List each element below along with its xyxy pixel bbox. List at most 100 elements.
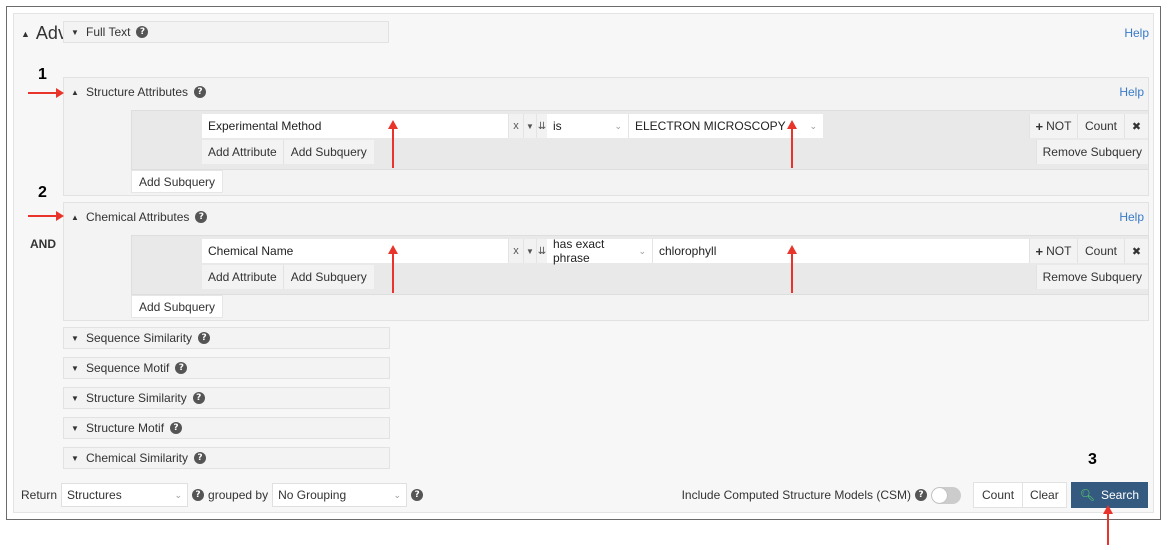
remove-subquery-label: Remove Subquery — [1042, 145, 1142, 159]
return-value: Structures — [67, 488, 122, 502]
chevron-down-icon: ⌄ — [393, 489, 402, 500]
help-circle-icon[interactable]: ? — [192, 489, 205, 501]
add-subquery-inner-button[interactable]: Add Subquery — [282, 140, 374, 164]
annotation-arrow-2 — [28, 211, 64, 221]
clear-attribute-button[interactable]: x — [508, 114, 523, 138]
value-text: ELECTRON MICROSCOPY — [635, 119, 786, 133]
attribute-field[interactable]: Chemical Name — [202, 239, 508, 263]
caret-down-icon: ▼ — [71, 393, 79, 403]
chevron-down-icon: ⌄ — [174, 489, 183, 500]
caret-down-icon: ▼ — [71, 27, 79, 37]
value-text: chlorophyll — [659, 244, 717, 258]
subquery-panel: Experimental Method x ▼ ⇊ is ⌄ ELECTRON … — [131, 110, 1149, 170]
clear-label: Clear — [1030, 488, 1059, 502]
section-chemical-attributes: ▲ Chemical Attributes ? Help Chemical Na… — [63, 202, 1149, 321]
section-help-link[interactable]: Help — [1119, 85, 1144, 99]
remove-row-icon[interactable]: ✖ — [1124, 114, 1148, 138]
help-circle-icon[interactable]: ? — [194, 452, 207, 464]
value-input[interactable]: chlorophyll — [652, 239, 1029, 263]
section-chemical-similarity[interactable]: ▼ Chemical Similarity ? — [63, 447, 390, 469]
csm-toggle[interactable] — [931, 486, 962, 504]
not-button[interactable]: + NOT — [1029, 114, 1077, 138]
toggle-knob — [932, 487, 948, 503]
grouping-select[interactable]: No Grouping ⌄ — [272, 483, 408, 507]
search-controls: Include Computed Structure Models (CSM) … — [682, 482, 1148, 508]
plus-icon: + — [1035, 243, 1044, 259]
add-subquery-inner-button[interactable]: Add Subquery — [282, 265, 374, 289]
add-attribute-button[interactable]: Add Attribute — [202, 140, 283, 164]
section-structure-attributes: ▲ Structure Attributes ? Help Experiment… — [63, 77, 1149, 196]
annotation-arrow-value-2 — [787, 245, 797, 293]
annotation-arrow-attribute-1 — [388, 120, 398, 168]
clear-label: x — [513, 120, 519, 132]
caret-down-icon: ▼ — [71, 333, 79, 343]
section-sequence-similarity[interactable]: ▼ Sequence Similarity ? — [63, 327, 390, 349]
count-label: Count — [982, 488, 1015, 502]
return-label: Return — [21, 488, 58, 502]
operator-select[interactable]: has exact phrase ⌄ — [547, 237, 652, 265]
close-icon: ✖ — [1131, 120, 1142, 133]
help-circle-icon[interactable]: ? — [170, 422, 183, 434]
action-buttons: Count Clear 🔍︎ Search — [973, 482, 1148, 508]
attribute-field[interactable]: Experimental Method — [202, 114, 508, 138]
help-circle-icon[interactable]: ? — [198, 332, 211, 344]
help-circle-icon[interactable]: ? — [194, 86, 207, 98]
clear-attribute-button[interactable]: x — [508, 239, 523, 263]
operator-value: is — [553, 119, 562, 133]
section-label: Chemical Attributes — [86, 210, 190, 224]
remove-row-icon[interactable]: ✖ — [1124, 239, 1148, 263]
double-caret-down-icon[interactable]: ⇊ — [536, 239, 547, 263]
not-label: NOT — [1046, 119, 1072, 133]
section-structure-motif[interactable]: ▼ Structure Motif ? — [63, 417, 390, 439]
caret-down-icon: ▼ — [71, 423, 79, 433]
section-sequence-motif[interactable]: ▼ Sequence Motif ? — [63, 357, 390, 379]
help-circle-icon[interactable]: ? — [411, 489, 424, 501]
help-circle-icon[interactable]: ? — [136, 26, 149, 38]
not-button[interactable]: + NOT — [1029, 239, 1077, 263]
help-circle-icon[interactable]: ? — [175, 362, 188, 374]
section-header[interactable]: ▲ Chemical Attributes ? — [71, 210, 208, 224]
help-circle-icon[interactable]: ? — [195, 211, 208, 223]
annotation-arrow-search — [1103, 505, 1113, 545]
count-button[interactable]: Count — [1077, 114, 1124, 138]
caret-down-icon[interactable]: ▼ — [523, 239, 536, 263]
row-spacer — [823, 114, 1029, 138]
add-subquery-label: Add Subquery — [139, 299, 216, 314]
double-caret-down-icon[interactable]: ⇊ — [536, 114, 547, 138]
clear-label: x — [513, 245, 519, 257]
count-button[interactable]: Count — [1077, 239, 1124, 263]
add-subquery-label: Add Subquery — [290, 145, 367, 159]
count-button[interactable]: Count — [973, 482, 1024, 508]
grouping-value: No Grouping — [278, 488, 347, 502]
return-controls: Return Structures ⌄ ? grouped by No Grou… — [21, 483, 424, 507]
section-label: Sequence Similarity — [86, 331, 193, 345]
chevron-down-icon: ⌄ — [614, 120, 622, 131]
section-label: Chemical Similarity — [86, 451, 189, 465]
annotation-arrow-value-1 — [787, 120, 797, 168]
add-attribute-button[interactable]: Add Attribute — [202, 265, 283, 289]
not-label: NOT — [1046, 244, 1072, 258]
caret-down-icon[interactable]: ▼ — [523, 114, 536, 138]
add-attribute-label: Add Attribute — [208, 270, 277, 284]
add-subquery-button[interactable]: Add Subquery — [131, 295, 224, 318]
clear-button[interactable]: Clear — [1023, 482, 1067, 508]
operator-select[interactable]: is ⌄ — [547, 114, 628, 138]
section-full-text[interactable]: ▼ Full Text ? — [63, 21, 389, 43]
remove-subquery-button[interactable]: Remove Subquery — [1035, 265, 1148, 289]
help-circle-icon[interactable]: ? — [192, 392, 205, 404]
help-circle-icon[interactable]: ? — [915, 489, 928, 501]
return-select[interactable]: Structures ⌄ — [61, 483, 189, 507]
count-label: Count — [1084, 119, 1118, 133]
section-label: Full Text — [86, 25, 131, 39]
add-subquery-button[interactable]: Add Subquery — [131, 170, 224, 193]
csm-label: Include Computed Structure Models (CSM) — [681, 488, 912, 502]
add-subquery-label: Add Subquery — [139, 174, 216, 189]
subquery-panel: Chemical Name x ▼ ⇊ has exact phrase ⌄ c… — [131, 235, 1149, 295]
section-help-link[interactable]: Help — [1119, 210, 1144, 224]
section-label: Structure Motif — [86, 421, 165, 435]
section-header[interactable]: ▲ Structure Attributes ? — [71, 85, 207, 99]
section-label: Sequence Motif — [86, 361, 170, 375]
remove-subquery-button[interactable]: Remove Subquery — [1035, 140, 1148, 164]
section-structure-similarity[interactable]: ▼ Structure Similarity ? — [63, 387, 390, 409]
query-row: Experimental Method x ▼ ⇊ is ⌄ ELECTRON … — [202, 114, 1148, 138]
